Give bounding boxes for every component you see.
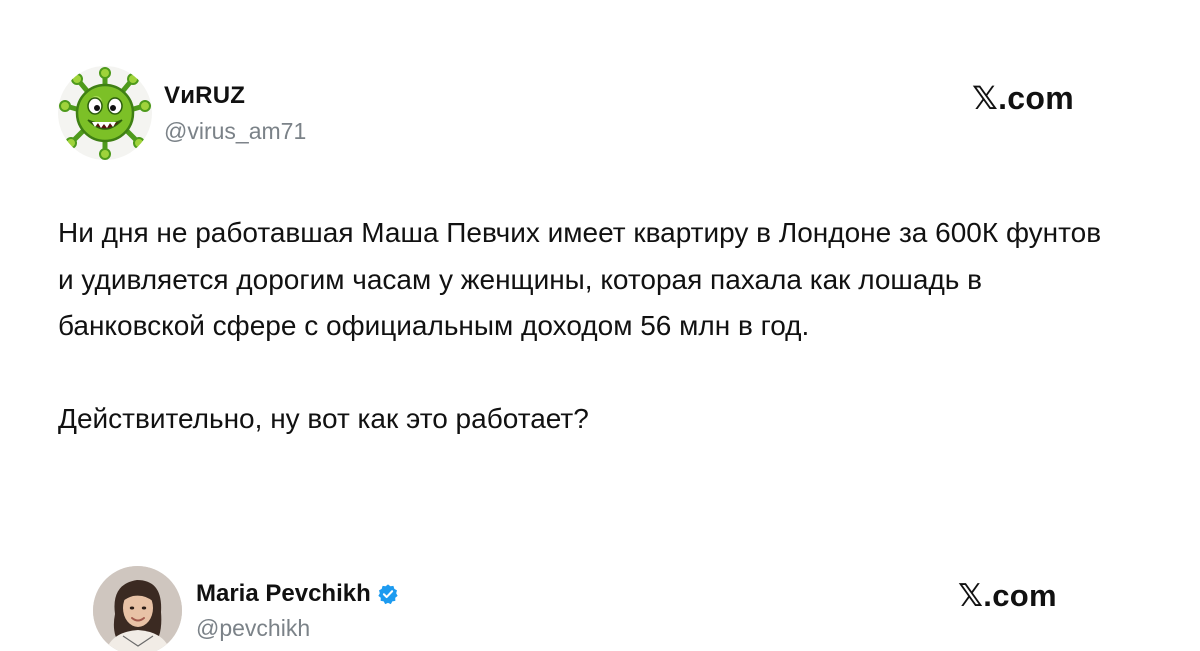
green-virus-monster-icon — [59, 67, 151, 160]
tweet-screenshot: VиRUZ @virus_am71 𝕏.com Ни дня не работа… — [0, 0, 1200, 651]
verified-badge-icon — [378, 584, 398, 605]
woman-portrait-photo — [93, 566, 182, 651]
quoted-author-handle[interactable]: @pevchikh — [196, 615, 310, 642]
quoted-author-name: Maria Pevchikh — [196, 580, 371, 607]
x-brand-logo: 𝕏.com — [958, 578, 1057, 613]
tweet-paragraph: Ни дня не работавшая Маша Певчих имеет к… — [58, 217, 1102, 341]
tweet-text: Ни дня не работавшая Маша Певчих имеет к… — [58, 210, 1118, 442]
author-handle[interactable]: @virus_am71 — [164, 118, 306, 145]
x-brand-logo: 𝕏.com — [972, 80, 1074, 116]
author-avatar[interactable] — [58, 66, 152, 160]
quoted-author-avatar[interactable] — [93, 566, 182, 651]
tweet-paragraph: Действительно, ну вот как это работает? — [58, 402, 589, 434]
author-name[interactable]: VиRUZ — [164, 82, 245, 110]
quoted-author-name-row[interactable]: Maria Pevchikh — [196, 580, 399, 608]
